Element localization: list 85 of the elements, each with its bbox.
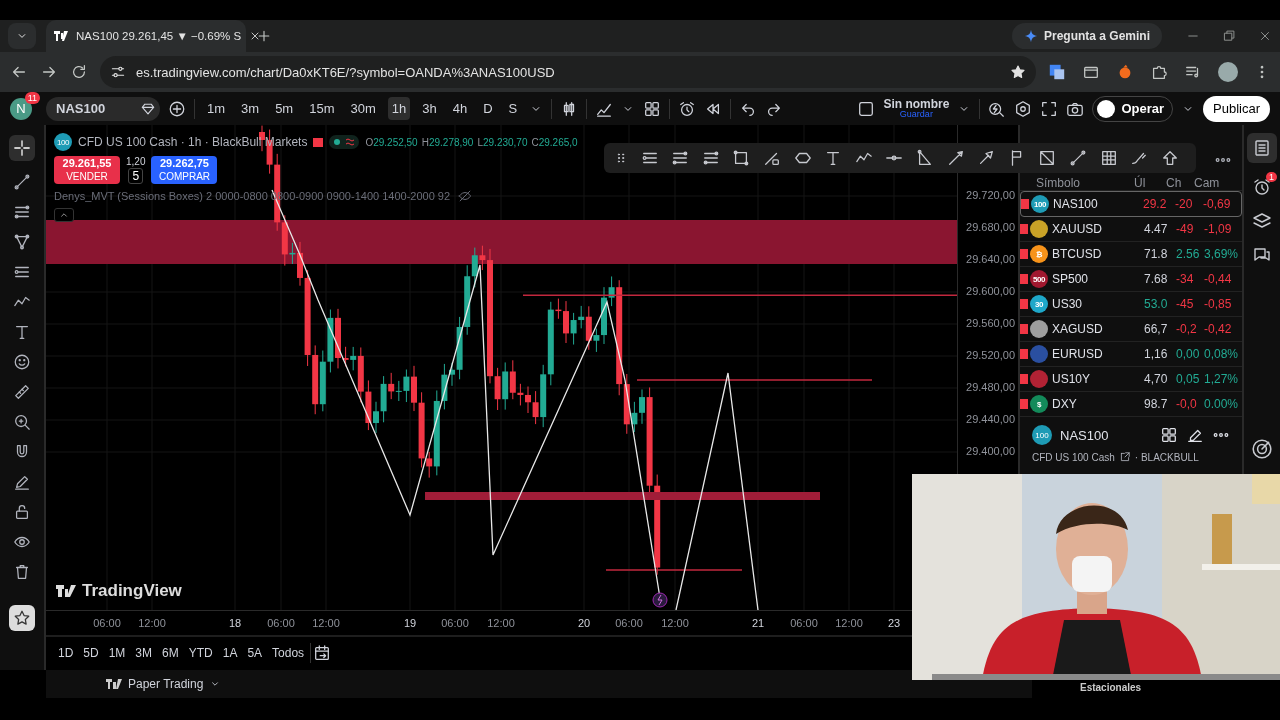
quantity-field[interactable]: 5 xyxy=(128,168,144,184)
symbol-search-field[interactable]: NAS100 xyxy=(46,96,160,121)
brand-logo: TradingView xyxy=(82,581,182,601)
section-title: Estacionales xyxy=(1080,683,1142,693)
watchlist-row[interactable]: 500 SP500 7.68 -34 -0,44 xyxy=(1020,267,1242,292)
exchange-name: · BLACKBULL xyxy=(1134,451,1199,463)
time-label: 06:00 xyxy=(441,617,469,629)
range-button[interactable]: 3M xyxy=(131,644,157,663)
save-link[interactable]: Guardar xyxy=(899,110,933,119)
symbol-description: CFD US 100 Cash xyxy=(1032,451,1115,463)
price-label: 29.400,00 xyxy=(966,445,1015,457)
range-button[interactable]: 1M xyxy=(104,644,130,663)
range-button[interactable]: 6M xyxy=(158,644,183,663)
watchlist-row[interactable]: EURUSD 1,16 0,00 0,08% xyxy=(1020,342,1242,367)
range-button[interactable]: 1A xyxy=(218,644,242,663)
time-label: 06:00 xyxy=(267,617,295,629)
interval-button[interactable]: 4h xyxy=(448,97,472,120)
price-label: 29.520,00 xyxy=(966,349,1015,361)
column-header[interactable]: Símbolo xyxy=(1036,176,1134,190)
interval-button[interactable]: 3m xyxy=(237,97,264,120)
watchlist-row[interactable]: 100 NAS100 29.2 -20 -0,69 xyxy=(1020,191,1242,217)
time-label: 12:00 xyxy=(661,617,689,629)
publish-button[interactable]: Publicar xyxy=(1203,95,1270,122)
interval-button[interactable]: D xyxy=(479,97,497,120)
time-label: 21 xyxy=(751,617,765,629)
symbol-badge: 30 xyxy=(1030,295,1048,313)
interval-button[interactable]: 3h xyxy=(418,97,441,120)
interval-button[interactable]: S xyxy=(504,97,522,120)
time-label: 12:00 xyxy=(487,617,515,629)
ohlc-value: O29.252,50 xyxy=(365,136,418,148)
price-label: 29.560,00 xyxy=(966,317,1015,329)
time-label: 12:00 xyxy=(835,617,863,629)
range-button[interactable]: Todos xyxy=(268,644,309,663)
symbol-badge: 100 xyxy=(1031,195,1049,213)
buy-button[interactable]: 29.262,75 COMPRAR xyxy=(151,156,218,184)
tab-title: NAS100 29.261,45 ▼ −0.69% S xyxy=(76,30,242,42)
ohlc-value: L29.230,70 xyxy=(477,136,528,148)
ohlc-value: H29.278,90 xyxy=(421,136,474,148)
watchlist-row[interactable]: XAUUSD 4.47 -49 -1,09 xyxy=(1020,217,1242,242)
watchlist-row[interactable]: ₿ BTCUSD 71.8 2.56 3,69% xyxy=(1020,242,1242,267)
interval-button[interactable]: 5m xyxy=(271,97,298,120)
ohlc-value: C29.265,0 xyxy=(531,136,578,148)
column-header[interactable]: Úl xyxy=(1134,176,1166,190)
account-selector[interactable]: Paper Trading xyxy=(106,677,222,691)
column-header[interactable]: Cam xyxy=(1194,176,1228,190)
range-button[interactable]: 5D xyxy=(79,644,103,663)
time-label: 19 xyxy=(403,617,417,629)
symbol-badge: 100 xyxy=(1032,425,1052,445)
price-label: 29.440,00 xyxy=(966,413,1015,425)
interval-button[interactable]: 1h xyxy=(387,97,411,120)
price-label: 29.600,00 xyxy=(966,285,1015,297)
symbol-badge: 500 xyxy=(1030,270,1048,288)
range-button[interactable]: 5A xyxy=(243,644,267,663)
interval-button[interactable]: 1m xyxy=(203,97,230,120)
interval-button[interactable]: 15m xyxy=(305,97,339,120)
spread-value: 1,20 xyxy=(126,156,146,167)
time-label: 06:00 xyxy=(93,617,121,629)
layout-name[interactable]: Sin nombre xyxy=(883,98,950,110)
time-label: 12:00 xyxy=(138,617,166,629)
price-label: 29.680,00 xyxy=(966,221,1015,233)
price-label: 29.720,00 xyxy=(966,189,1015,201)
watchlist-row[interactable]: US10Y 4,70 0,05 1,27% xyxy=(1020,367,1242,392)
price-label: 29.480,00 xyxy=(966,381,1015,393)
symbol-badge: $ xyxy=(1030,395,1048,413)
interval-button[interactable]: 30m xyxy=(346,97,380,120)
watchlist-row[interactable]: 30 US30 53.0 -45 -0,85 xyxy=(1020,292,1242,317)
price-label: 29.640,00 xyxy=(966,253,1015,265)
time-label: 18 xyxy=(228,617,242,629)
range-button[interactable]: 1D xyxy=(54,644,78,663)
notification-badge: 1 xyxy=(1266,172,1277,182)
watchlist-row[interactable]: XAGUSD 66,7 -0,2 -0,42 xyxy=(1020,317,1242,342)
symbol-badge: 100 xyxy=(54,133,72,151)
watchlist-row[interactable]: $ DXY 98.7 -0,0 0.00% xyxy=(1020,392,1242,417)
time-label: 23 xyxy=(887,617,901,629)
column-header[interactable]: Ch xyxy=(1166,176,1194,190)
time-label: 20 xyxy=(577,617,591,629)
address-bar[interactable]: es.tradingview.com/chart/Da0xKT6E/?symbol=OANDA%3ANAS100USD xyxy=(100,56,1036,88)
time-label: 12:00 xyxy=(312,617,340,629)
symbol-name: NAS100 xyxy=(1060,427,1110,443)
symbol-badge: ₿ xyxy=(1030,245,1048,263)
range-button[interactable]: YTD xyxy=(184,644,217,663)
gemini-button[interactable]: Pregunta a Gemini xyxy=(1011,23,1162,49)
time-label: 06:00 xyxy=(615,617,643,629)
time-label: 06:00 xyxy=(790,617,818,629)
sell-button[interactable]: 29.261,55 VENDER xyxy=(54,156,120,184)
